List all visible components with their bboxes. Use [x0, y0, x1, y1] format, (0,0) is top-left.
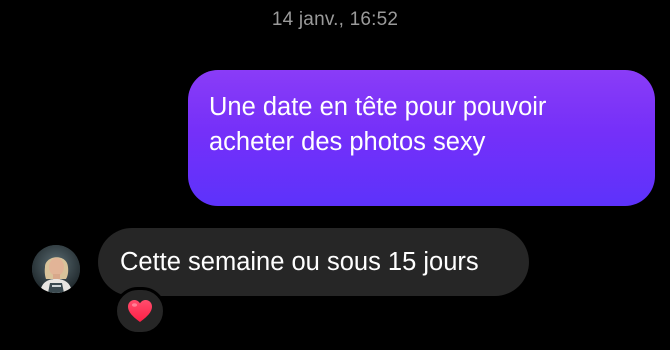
received-message-text: Cette semaine ou sous 15 jours [120, 247, 479, 276]
heart-icon [128, 300, 152, 322]
sent-message-text: Une date en tête pour pouvoir acheter de… [209, 93, 547, 156]
sent-message-bubble[interactable]: Une date en tête pour pouvoir acheter de… [188, 70, 655, 206]
message-timestamp: 14 janv., 16:52 [271, 9, 399, 30]
received-message-bubble[interactable]: Cette semaine ou sous 15 jours [98, 228, 529, 296]
avatar-image [32, 245, 80, 293]
message-reaction[interactable] [114, 287, 166, 335]
contact-avatar[interactable] [32, 245, 80, 293]
